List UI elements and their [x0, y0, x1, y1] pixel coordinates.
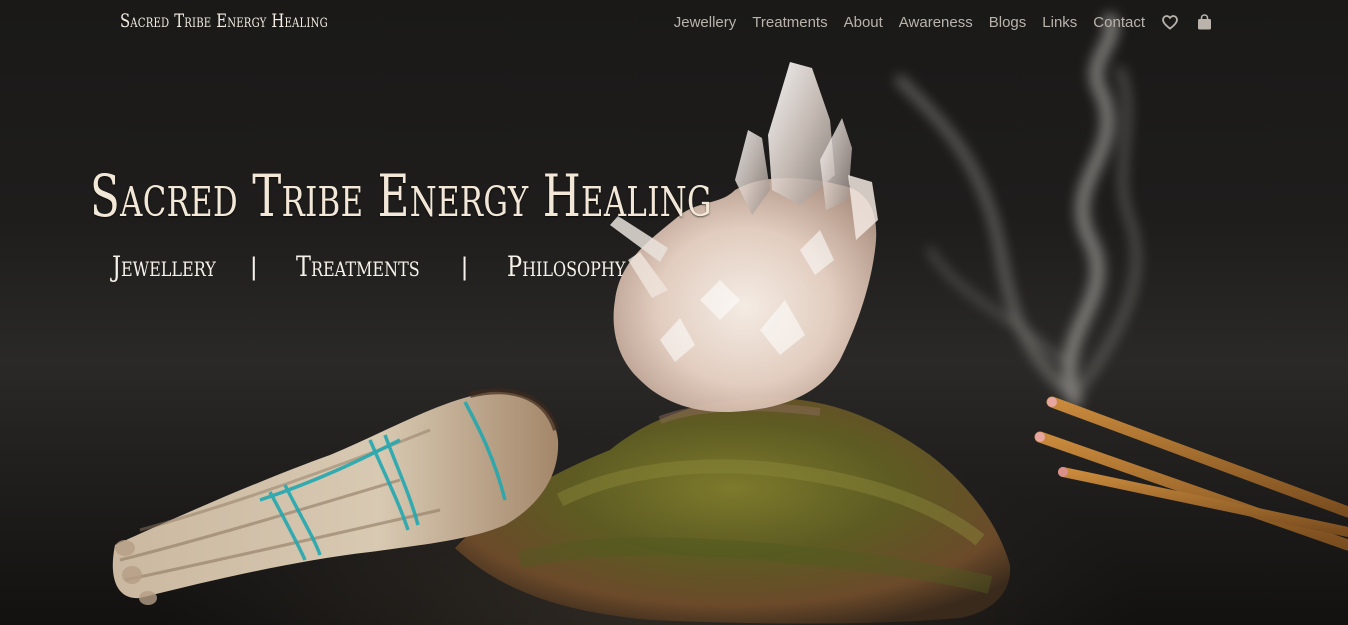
hero-link-philosophy[interactable]: Philosophy [507, 250, 625, 283]
nav-item-treatments[interactable]: Treatments [752, 14, 827, 31]
nav-menu: Jewellery Treatments About Awareness Blo… [674, 12, 1213, 32]
nav-item-links[interactable]: Links [1042, 14, 1077, 31]
hero-title: Sacred Tribe Energy Healing [90, 162, 712, 230]
shopping-bag-icon[interactable] [1195, 13, 1213, 31]
hero-link-jewellery[interactable]: Jewellery [112, 250, 216, 283]
incense-smoke [895, 13, 1141, 407]
nav-item-contact[interactable]: Contact [1093, 14, 1145, 31]
hero-link-separator: | [460, 252, 469, 281]
hero-link-separator: | [249, 252, 258, 281]
hero-links: Jewellery | Treatments | Philosophy [112, 250, 655, 283]
heart-icon[interactable] [1161, 13, 1179, 31]
nav-item-blogs[interactable]: Blogs [989, 14, 1027, 31]
nav-item-awareness[interactable]: Awareness [899, 14, 973, 31]
quartz-crystal-cluster [610, 62, 878, 413]
nav-item-about[interactable]: About [844, 14, 883, 31]
incense-sticks [1034, 396, 1348, 551]
nav-item-jewellery[interactable]: Jewellery [674, 14, 737, 31]
brand-logo-link[interactable]: Sacred Tribe Energy Healing [120, 10, 328, 32]
top-navbar: Sacred Tribe Energy Healing Jewellery Tr… [0, 0, 1348, 44]
hero-background-image [112, 13, 1348, 624]
hero-link-treatments[interactable]: Treatments [296, 250, 420, 283]
hero-section: Sacred Tribe Energy Healing Jewellery Tr… [0, 0, 1348, 625]
